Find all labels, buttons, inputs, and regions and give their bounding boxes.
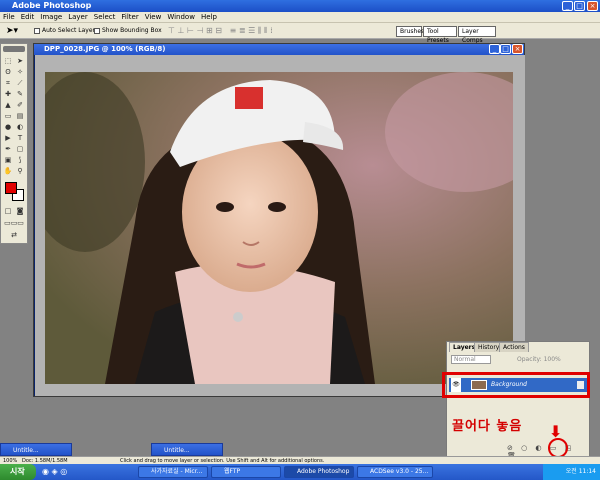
menu-select[interactable]: Select [91,12,119,23]
maximize-button[interactable]: □ [574,1,585,11]
path-select-icon[interactable]: ▶ [3,133,13,143]
doc-close-button[interactable]: × [512,44,523,54]
auto-select-label: Auto Select Layer [42,27,95,34]
opacity-field[interactable]: Opacity: 100% [517,355,573,364]
status-bar: 100% Doc: 1.58M/1.58M Click and drag to … [0,456,600,464]
toolbox-header[interactable] [3,46,25,52]
down-arrow-icon: ⬇ [549,422,563,441]
screen-mode-icons[interactable]: ▭▭▭ [3,218,25,228]
type-tool-icon[interactable]: T [15,133,25,143]
foreground-color-swatch[interactable] [5,182,17,194]
quick-launch-icons[interactable]: ◉ ◈ ◎ [42,467,67,476]
minimize-button[interactable]: _ [562,1,573,11]
healing-brush-icon[interactable]: ✚ [3,89,13,99]
brush-tool-icon[interactable]: ✎ [15,89,25,99]
imageready-icon[interactable]: ⇄ [3,230,25,240]
menu-edit[interactable]: Edit [18,12,38,23]
document-title: DPP_0028.JPG @ 100% (RGB/8) [44,45,166,53]
layers-bottom-buttons[interactable]: ⊘ ○ ◐ ▭ ◳ 🗑 [507,444,587,460]
gradient-tool-icon[interactable]: ▤ [15,111,25,121]
menu-view[interactable]: View [142,12,165,23]
pen-tool-icon[interactable]: ✒ [3,144,13,154]
magic-wand-icon[interactable]: ✧ [15,67,25,77]
hand-tool-icon[interactable]: ✋ [3,166,13,176]
auto-select-checkbox[interactable] [34,27,40,34]
document-title-bar[interactable]: DPP_0028.JPG @ 100% (RGB/8) [34,44,524,55]
clone-stamp-icon[interactable]: ▲ [3,100,13,110]
dodge-tool-icon[interactable]: ◐ [15,122,25,132]
start-button[interactable]: 시작 [0,464,36,480]
align-icons[interactable]: ⊤ ⊥ ⊢ ⊣ ⊞ ⊟ ≡ ≣ ☰ ⫼ ⦀ ⁞ [168,26,273,36]
well-tab-tool-presets[interactable]: Tool Presets [423,26,457,44]
quickmask-mode-icon[interactable]: ◙ [15,206,25,216]
highlight-layer-box [442,372,590,398]
eyedropper-icon[interactable]: ⟆ [15,155,25,165]
marquee-tool-icon[interactable]: ⬚ [3,56,13,66]
menu-filter[interactable]: Filter [118,12,141,23]
doc-minimize-button[interactable]: _ [489,44,500,54]
task-browser[interactable]: 사가자료실 - Micr... [138,466,208,478]
task-photoshop[interactable]: Adobe Photoshop [284,466,354,478]
photo-girl-cap [45,72,513,384]
photo-canvas[interactable] [45,72,513,384]
move-tool-icon[interactable]: ➤ [15,56,25,66]
shape-tool-icon[interactable]: ▢ [15,144,25,154]
layers-palette: Layers History Actions Normal Opacity: 1… [446,341,590,460]
minimized-window-2[interactable]: Untitle... [151,443,223,456]
slice-tool-icon[interactable]: ⟋ [15,78,25,88]
annotation-text: 끌어다 놓음 [452,419,523,434]
history-brush-icon[interactable]: ✐ [15,100,25,110]
minimized-window-1[interactable]: Untitle... [0,443,72,456]
notes-tool-icon[interactable]: ▣ [3,155,13,165]
taskbar: 시작 ◉ ◈ ◎ 사가자료실 - Micr... 웹FTP Adobe Phot… [0,464,600,480]
highlight-new-layer-circle [548,438,568,458]
show-bbox-checkbox[interactable] [94,27,100,34]
tab-actions[interactable]: Actions [499,342,529,352]
eraser-tool-icon[interactable]: ▭ [3,111,13,121]
lasso-tool-icon[interactable]: ʘ [3,67,13,77]
move-tool-icon[interactable]: ➤▾ [6,26,18,36]
show-bbox-label: Show Bounding Box [102,27,162,34]
minimized-title-2: Untitle... [164,447,190,454]
menu-image[interactable]: Image [37,12,65,23]
menu-window[interactable]: Window [164,12,198,23]
blend-mode-select[interactable]: Normal [451,355,491,364]
blur-tool-icon[interactable]: ● [3,122,13,132]
menu-help[interactable]: Help [198,12,220,23]
menu-file[interactable]: File [0,12,18,23]
system-tray: 오전 11:14 [543,464,600,480]
app-title-bar: Adobe Photoshop [0,0,600,12]
menu-bar: File Edit Image Layer Select Filter View Window… [0,12,600,23]
app-title: Adobe Photoshop [12,1,92,10]
toolbox: ⬚ ➤ ʘ ✧ ⌗ ⟋ ✚ ✎ ▲ ✐ ▭ ▤ ● ◐ ▶ T ✒ ▢ ▣ ⟆ … [0,43,28,244]
minimized-title-1: Untitle... [13,447,39,454]
close-button[interactable]: × [587,1,598,11]
zoom-tool-icon[interactable]: ⚲ [15,166,25,176]
well-tab-brushes[interactable]: Brushes [396,26,424,37]
options-bar: ➤▾ Auto Select Layer Show Bounding Box ⊤… [0,23,600,39]
crop-tool-icon[interactable]: ⌗ [3,78,13,88]
task-acdsee[interactable]: ACDSee v3.0 - 25... [357,466,433,478]
well-tab-layer-comps[interactable]: Layer Comps [458,26,496,44]
clock: 오전 11:14 [565,468,596,475]
menu-layer[interactable]: Layer [65,12,91,23]
task-ftp[interactable]: 웹FTP [211,466,281,478]
standard-mode-icon[interactable]: □ [3,206,13,216]
doc-maximize-button[interactable]: □ [500,44,511,54]
